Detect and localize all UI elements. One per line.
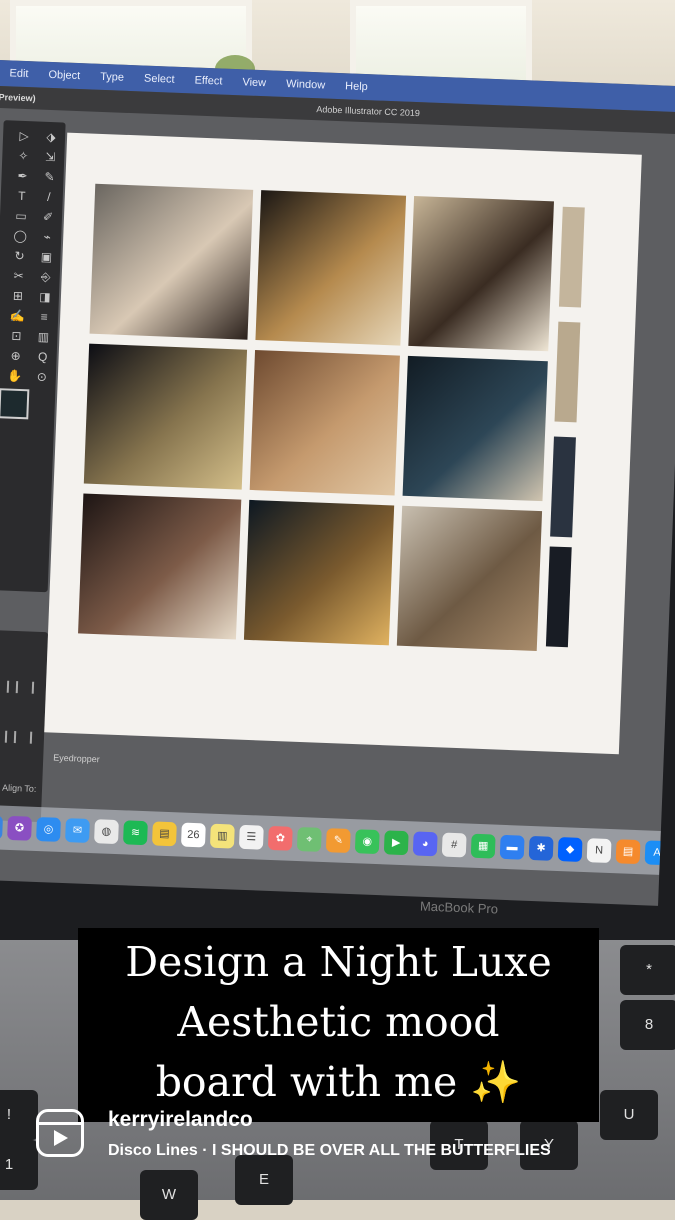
app-title: Adobe Illustrator CC 2019 (316, 104, 421, 119)
sparkles-icon: ✨ (470, 1058, 522, 1106)
photo-sparkle-outfit[interactable] (396, 505, 543, 652)
books-icon[interactable]: ▤ (615, 839, 641, 865)
status-eyedropper: Eyedropper (53, 752, 100, 765)
news-icon[interactable]: N (586, 838, 612, 864)
reels-audio-bar[interactable]: kerryirelandco Disco Lines · I SHOULD BE… (30, 1104, 675, 1174)
menu-help[interactable]: Help (345, 80, 368, 93)
distribute-space-icon[interactable] (13, 731, 33, 744)
notes-icon[interactable]: ▤ (151, 821, 177, 847)
document-tab[interactable]: Preview) (0, 86, 36, 109)
maps-icon[interactable]: ⌖ (296, 826, 322, 852)
chrome-icon[interactable]: ◍ (94, 819, 119, 845)
distribute-icon[interactable] (0, 730, 8, 743)
laptop-screen: Edit Object Type Select Effect View Wind… (0, 60, 675, 906)
tool-icon[interactable]: ⬗ (43, 130, 60, 145)
tool-icon[interactable]: ⊞ (3, 288, 34, 303)
launchpad-icon[interactable]: ✪ (7, 815, 32, 841)
tool-icon[interactable]: ⊙ (34, 370, 51, 385)
tool-icon[interactable]: ⊕ (0, 348, 31, 363)
tool-icon[interactable]: ≡ (36, 310, 53, 325)
photo-champagne-bucket[interactable] (255, 190, 407, 346)
photo-sequin-dress[interactable] (249, 350, 400, 496)
color-strip[interactable] (558, 206, 585, 308)
photo-city-lights[interactable] (243, 499, 395, 646)
tool-icon[interactable]: ◨ (37, 290, 54, 305)
discord-icon[interactable]: ◕ (412, 831, 438, 857)
caption-line-3: board with me ✨ (78, 1052, 599, 1112)
audio-track[interactable]: Disco Lines · I SHOULD BE OVER ALL THE B… (108, 1142, 551, 1160)
bluetooth-icon[interactable]: ✱ (528, 835, 554, 861)
photos-icon[interactable]: ✿ (267, 825, 293, 851)
moodboard-grid (78, 183, 554, 652)
photo-city-toast[interactable] (83, 343, 248, 490)
tool-icon[interactable]: ◯ (5, 228, 36, 244)
color-strip[interactable] (550, 436, 576, 538)
facetime-icon[interactable]: ▶ (383, 830, 409, 856)
tool-icon[interactable]: ✐ (40, 210, 57, 225)
dropbox-icon[interactable]: ◆ (557, 837, 583, 862)
stickies-icon[interactable]: ▥ (209, 823, 235, 849)
key-asterisk: * (620, 945, 675, 995)
caption-line-3-text: board with me (155, 1058, 458, 1106)
reels-icon (36, 1109, 84, 1157)
spotify-icon[interactable]: ≋ (122, 820, 148, 846)
keynote-icon[interactable]: ▬ (499, 834, 525, 860)
tool-icon[interactable]: ✒ (7, 168, 38, 183)
key-w: W (140, 1170, 198, 1220)
tool-icon[interactable]: ✧ (8, 148, 39, 163)
tool-icon[interactable]: ✋ (0, 368, 30, 384)
align-center-icon[interactable] (15, 681, 35, 694)
photo-wine-glass[interactable] (78, 493, 242, 640)
caption-line-2: Aesthetic mood (177, 998, 500, 1046)
tool-icon[interactable]: ⇲ (42, 150, 59, 165)
photo-glitter-floor[interactable] (408, 195, 554, 352)
tool-icon[interactable]: ✂ (3, 268, 34, 283)
tool-icon[interactable]: ↻ (4, 248, 35, 263)
tool-icon[interactable]: ▭ (6, 208, 37, 223)
tool-icon[interactable]: ▥ (35, 330, 52, 345)
tool-icon[interactable]: ✎ (41, 170, 58, 185)
align-left-icon[interactable] (0, 680, 10, 693)
caption-line-1: Design a Night Luxe (125, 938, 552, 986)
tool-icon[interactable]: ▣ (38, 250, 55, 265)
calendar-icon[interactable]: 26 (180, 822, 206, 848)
story-caption: Design a Night Luxe Aesthetic mood board… (78, 928, 599, 1122)
finder-icon[interactable]: ☺ (0, 814, 3, 840)
artboard[interactable] (44, 132, 642, 755)
menu-edit[interactable]: Edit (9, 67, 28, 80)
color-strip[interactable] (545, 546, 572, 648)
pages-icon[interactable]: ✎ (325, 828, 351, 854)
mac-dock: ☺✪◎✉◍≋▤26▥☰✿⌖✎◉▶◕#▦▬✱◆N▤A⚙◉ (0, 804, 675, 875)
reminders-icon[interactable]: ☰ (238, 824, 264, 850)
safari-icon[interactable]: ◎ (36, 816, 61, 842)
menu-type[interactable]: Type (100, 71, 124, 84)
tool-icon[interactable]: ⌁ (39, 230, 56, 245)
menu-effect[interactable]: Effect (194, 74, 222, 87)
color-strip[interactable] (554, 321, 581, 423)
tool-icon[interactable]: ▷ (9, 128, 40, 143)
menu-select[interactable]: Select (144, 73, 175, 86)
photo-dinner-party[interactable] (89, 183, 254, 340)
menu-view[interactable]: View (242, 76, 266, 89)
photo-skyline-selfie[interactable] (402, 355, 548, 502)
tool-icon[interactable]: Q (34, 350, 51, 365)
tool-icon[interactable]: T (7, 188, 38, 203)
key-8: 8 (620, 1000, 675, 1050)
tool-icon[interactable]: ⎆ (37, 270, 54, 285)
menu-object[interactable]: Object (48, 69, 80, 82)
laptop-brand: MacBook Pro (419, 898, 499, 917)
messages-icon[interactable]: ◉ (354, 829, 380, 855)
numbers-icon[interactable]: ▦ (470, 833, 496, 859)
align-to-label: Align To: (1, 782, 37, 794)
slack-icon[interactable]: # (441, 832, 467, 858)
account-handle[interactable]: kerryirelandco (108, 1108, 253, 1132)
align-panel: nder Align To: (0, 629, 49, 823)
tool-icon[interactable]: / (41, 190, 58, 205)
menu-window[interactable]: Window (286, 78, 326, 91)
tool-icon[interactable]: ⊡ (1, 328, 32, 343)
fill-swatch[interactable] (0, 388, 30, 420)
mail-icon[interactable]: ✉ (65, 818, 90, 843)
tool-icon[interactable]: ✍ (2, 308, 33, 324)
